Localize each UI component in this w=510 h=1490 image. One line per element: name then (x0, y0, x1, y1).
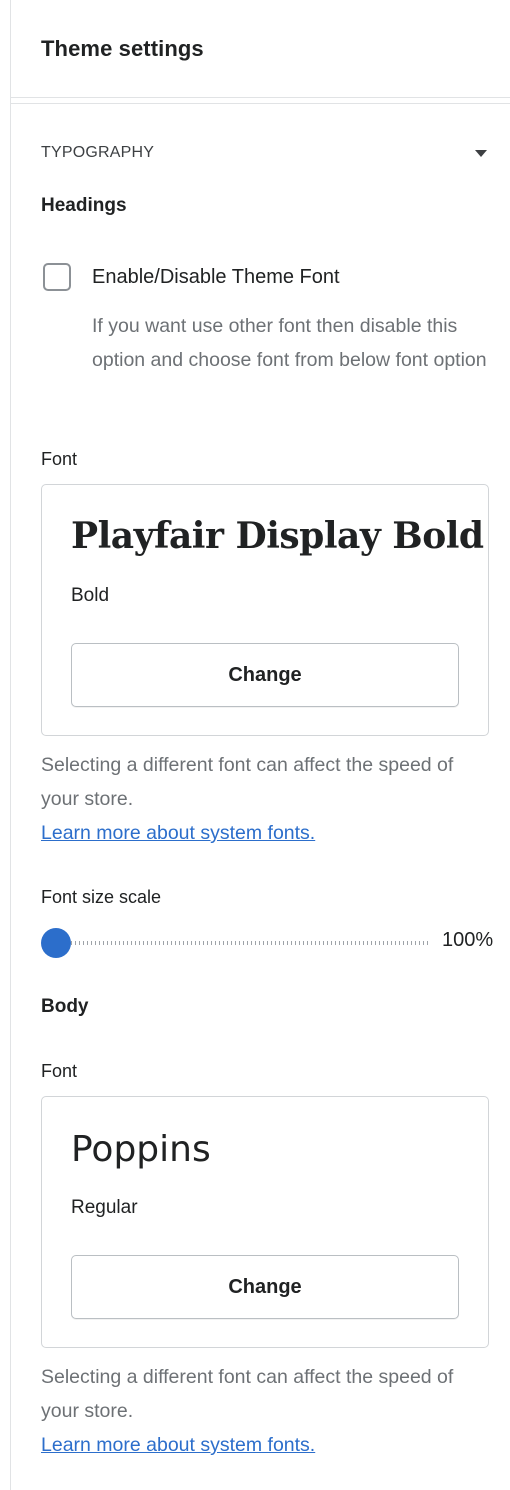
font-size-scale-slider[interactable] (41, 927, 431, 958)
body-font-help: Selecting a different font can affect th… (41, 1360, 491, 1462)
theme-settings-panel: Theme settings TYPOGRAPHY Headings Enabl… (10, 0, 510, 1490)
body-system-fonts-link[interactable]: Learn more about system fonts. (41, 1428, 491, 1462)
headings-system-fonts-link[interactable]: Learn more about system fonts. (41, 816, 491, 850)
font-size-scale-label: Font size scale (41, 887, 162, 907)
headings-font-card: Playfair Display Bold Bold Change (41, 484, 489, 736)
headings-font-help: Selecting a different font can affect th… (41, 748, 491, 850)
body-title: Body (41, 996, 89, 1017)
font-size-scale-value: 100% (442, 929, 494, 951)
caret-down-icon (475, 149, 487, 157)
slider-thumb[interactable] (41, 928, 71, 958)
panel-header: Theme settings (11, 0, 510, 98)
body-font-label: Font (41, 1061, 78, 1081)
headings-font-help-text: Selecting a different font can affect th… (41, 754, 454, 810)
slider-track[interactable] (59, 941, 431, 945)
body-change-font-button[interactable]: Change (71, 1255, 459, 1319)
theme-font-checkbox[interactable] (43, 263, 71, 291)
section-label: TYPOGRAPHY (41, 144, 155, 161)
headings-title: Headings (41, 195, 127, 216)
headings-change-font-button[interactable]: Change (71, 643, 459, 707)
theme-font-help: If you want use other font then disable … (92, 315, 487, 371)
body-font-card: Poppins Regular Change (41, 1096, 489, 1348)
headings-font-style: Bold (71, 585, 110, 606)
headings-font-name: Playfair Display Bold (71, 515, 484, 557)
body-font-name: Poppins (71, 1129, 211, 1170)
body-font-help-text: Selecting a different font can affect th… (41, 1366, 454, 1422)
header-divider (11, 98, 510, 104)
typography-section-toggle[interactable]: TYPOGRAPHY (41, 138, 491, 168)
page-title: Theme settings (41, 35, 204, 61)
body-font-style: Regular (71, 1197, 138, 1218)
headings-font-label: Font (41, 449, 78, 469)
theme-font-checkbox-label[interactable]: Enable/Disable Theme Font (92, 266, 340, 289)
